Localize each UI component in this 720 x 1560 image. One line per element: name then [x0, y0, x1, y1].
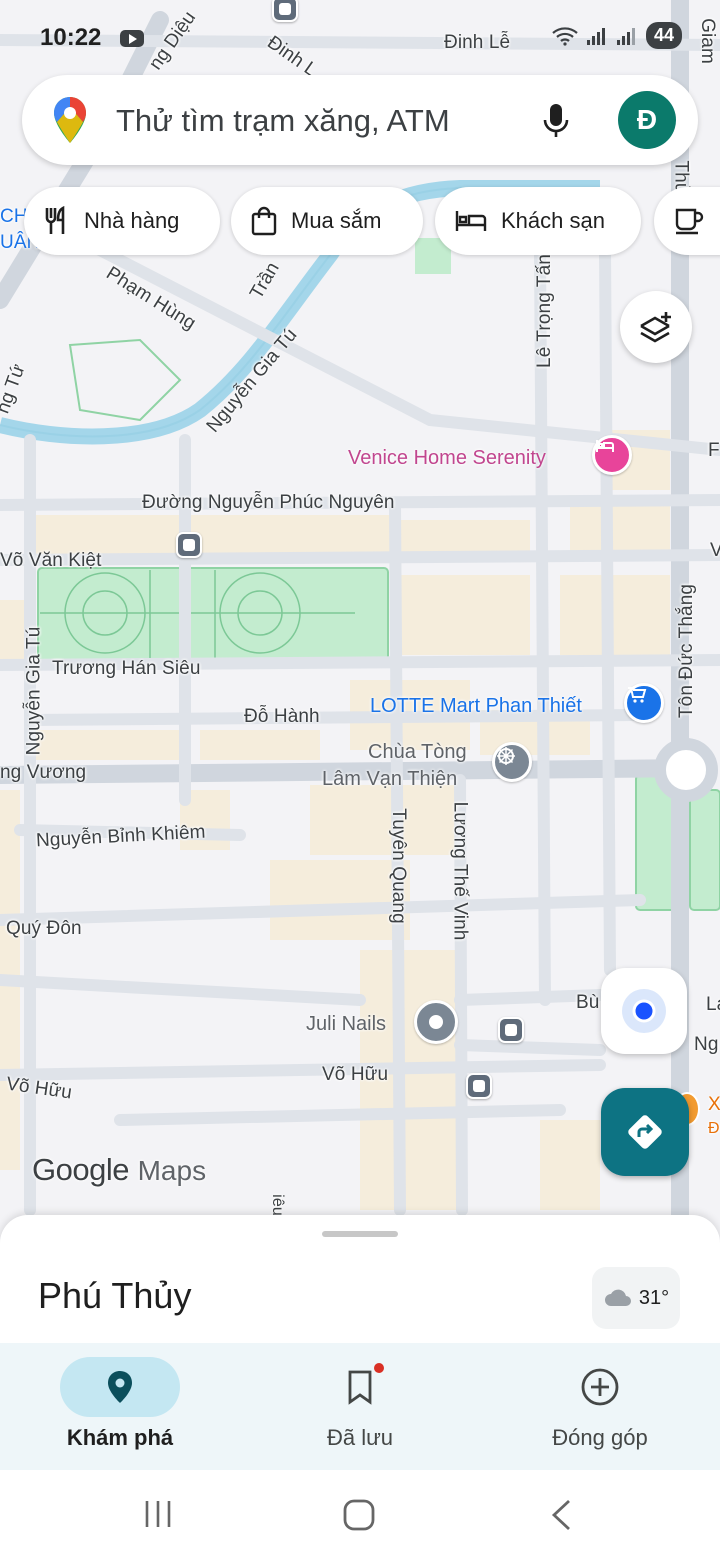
layers-button[interactable] [620, 291, 692, 363]
location-pin-icon [108, 1371, 132, 1403]
restaurant-icon [45, 206, 65, 234]
youtube-icon [120, 30, 144, 47]
back-icon[interactable] [548, 1498, 574, 1532]
street-label: ng Vương [0, 762, 87, 783]
nav-pill [60, 1357, 180, 1417]
chip-hotels[interactable]: Khách sạn [435, 187, 641, 255]
nav-explore[interactable]: Khám phá [0, 1343, 240, 1470]
chip-shopping[interactable]: Mua sắm [231, 187, 423, 255]
notification-badge [374, 1363, 384, 1373]
location-dot-icon [622, 989, 666, 1033]
poi-label-pagoda-2[interactable]: Lâm Vạn Thiện [322, 768, 457, 791]
google-maps-pin-icon [54, 97, 86, 143]
wifi-icon [552, 26, 578, 46]
street-label: F [708, 440, 720, 461]
status-icons: 44 [552, 22, 682, 49]
nav-label: Khám phá [66, 1425, 174, 1450]
street-label: Lê Trọng Tấn [533, 254, 555, 368]
battery-indicator: 44 [645, 22, 682, 49]
street-label: Đường Nguyễn Phúc Nguyên [142, 492, 395, 513]
poi-label-lotte[interactable]: LOTTE Mart Phan Thiết [370, 695, 582, 718]
chip-label: Nhà hàng [84, 208, 180, 233]
poi-label-venice[interactable]: Venice Home Serenity [348, 447, 546, 470]
street-label: Quý Đôn [6, 918, 82, 939]
weather-temperature: 31° [638, 1286, 670, 1309]
nav-label: Đóng góp [552, 1425, 648, 1450]
place-title: Phú Thủy [38, 1275, 192, 1316]
street-label: Trương Hán Siêu [52, 658, 201, 679]
status-bar: 10:22 44 [0, 18, 720, 58]
bookmark-icon [348, 1370, 372, 1405]
street-label: Đỗ Hành [244, 706, 320, 727]
place-pin-icon[interactable] [414, 1000, 458, 1044]
street-label: Võ Hữu [322, 1064, 389, 1085]
street-label: Bù [576, 992, 600, 1013]
bottom-navigation: Khám phá Đã lưu Đóng góp [0, 1343, 720, 1470]
search-input[interactable]: Thử tìm trạm xăng, ATM [116, 103, 450, 139]
street-label: Lương Thế Vinh [449, 801, 471, 941]
dharma-wheel-pin-icon[interactable] [492, 742, 532, 782]
street-label: Tôn Đức Thắng [676, 583, 698, 719]
google-maps-logo: Google Maps [32, 1152, 207, 1187]
poi-label-juli[interactable]: Juli Nails [306, 1013, 386, 1036]
weather-chip[interactable]: 31° [592, 1267, 680, 1329]
system-navigation-bar [0, 1470, 720, 1560]
street-label: Tuyên Quang [387, 808, 409, 924]
street-label: iêu [268, 1194, 286, 1216]
street-label: V [710, 540, 720, 561]
layers-icon [640, 312, 671, 343]
bed-icon [455, 211, 487, 231]
hotel-pin-icon[interactable] [592, 435, 632, 475]
place-sheet[interactable]: Phú Thủy 31° [0, 1215, 720, 1345]
signal-icon [586, 27, 605, 45]
bus-stop-icon[interactable] [176, 532, 202, 558]
poi-label-pagoda-1[interactable]: Chùa Tòng [368, 741, 467, 764]
street-label: Ng [694, 1034, 719, 1055]
my-location-button[interactable] [601, 968, 687, 1054]
directions-button[interactable] [601, 1088, 689, 1176]
nav-pill [540, 1357, 660, 1417]
status-time: 10:22 [40, 24, 102, 51]
chip-label: Khách sạn [501, 208, 605, 233]
bus-stop-icon[interactable] [466, 1073, 492, 1099]
microphone-icon[interactable] [542, 102, 570, 140]
coffee-cup-icon [675, 208, 704, 235]
street-label: X [708, 1094, 720, 1115]
shopping-bag-icon [251, 206, 277, 236]
nav-contribute[interactable]: Đóng góp [480, 1343, 720, 1470]
nav-saved[interactable]: Đã lưu [240, 1343, 480, 1470]
cloud-icon [604, 1289, 631, 1306]
nav-label: Đã lưu [326, 1425, 394, 1450]
chip-cafe[interactable] [654, 187, 720, 255]
chip-label: Mua sắm [291, 208, 382, 233]
street-label: Đ [708, 1120, 720, 1137]
add-circle-icon [581, 1368, 619, 1406]
street-label: La [706, 994, 720, 1015]
drag-handle[interactable] [322, 1231, 398, 1237]
home-icon[interactable] [342, 1498, 376, 1532]
street-label: Võ Văn Kiệt [0, 550, 102, 571]
directions-icon [628, 1115, 662, 1149]
chip-restaurants[interactable]: Nhà hàng [24, 187, 220, 255]
nav-pill [300, 1357, 420, 1417]
signal-icon [616, 27, 635, 45]
search-bar[interactable]: Thử tìm trạm xăng, ATM Đ [22, 75, 698, 165]
recent-apps-icon[interactable] [142, 1498, 174, 1530]
shopping-cart-pin-icon[interactable] [624, 683, 664, 723]
street-label: Nguyễn Gia Tú [23, 626, 45, 756]
account-avatar[interactable]: Đ [618, 91, 676, 149]
bus-stop-icon[interactable] [498, 1017, 524, 1043]
